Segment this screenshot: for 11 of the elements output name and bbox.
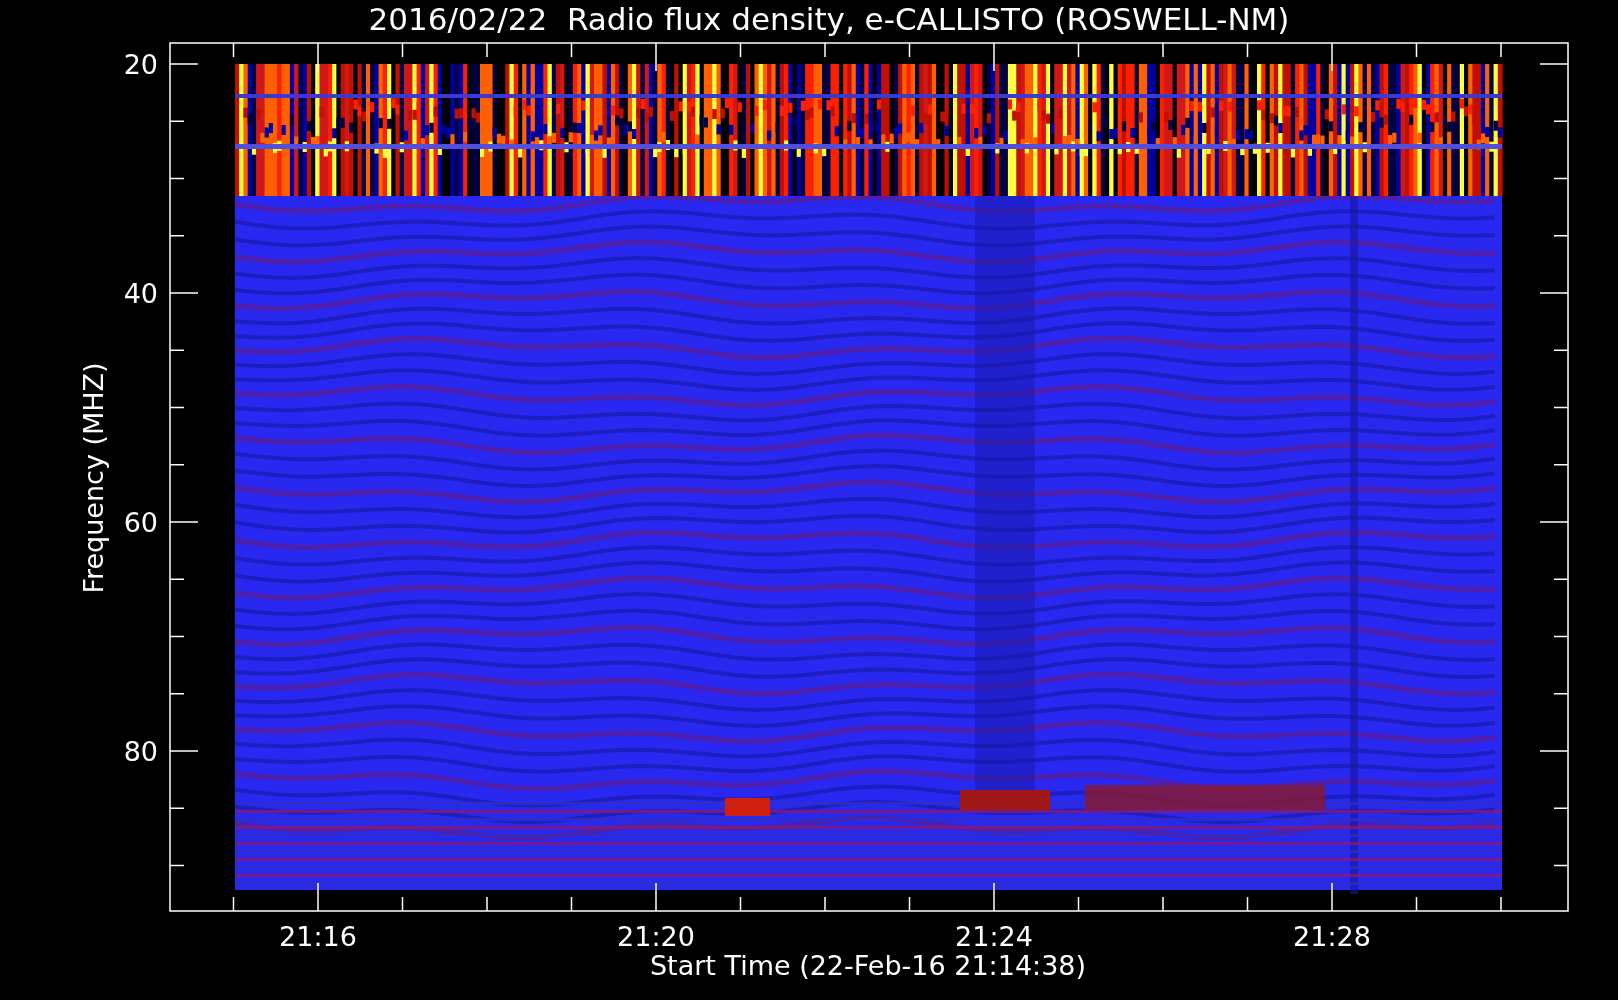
x-axis-label: Start Time (22-Feb-16 21:14:38) bbox=[649, 950, 1087, 981]
x-tick-label: 21:28 bbox=[1293, 921, 1371, 952]
y-tick-label: 80 bbox=[123, 736, 158, 767]
y-tick-label: 20 bbox=[123, 49, 158, 80]
x-tick-label: 21:16 bbox=[279, 921, 357, 952]
y-tick-label: 40 bbox=[123, 278, 158, 309]
chart-title: 2016/02/22 Radio flux density, e-CALLISTO (ROSWELL-NM) bbox=[368, 1, 1290, 37]
x-tick-label: 21:24 bbox=[955, 921, 1033, 952]
y-axis-label: Frequency (MHZ) bbox=[78, 362, 109, 594]
x-tick-label: 21:20 bbox=[617, 921, 695, 952]
y-tick-label: 60 bbox=[123, 507, 158, 538]
